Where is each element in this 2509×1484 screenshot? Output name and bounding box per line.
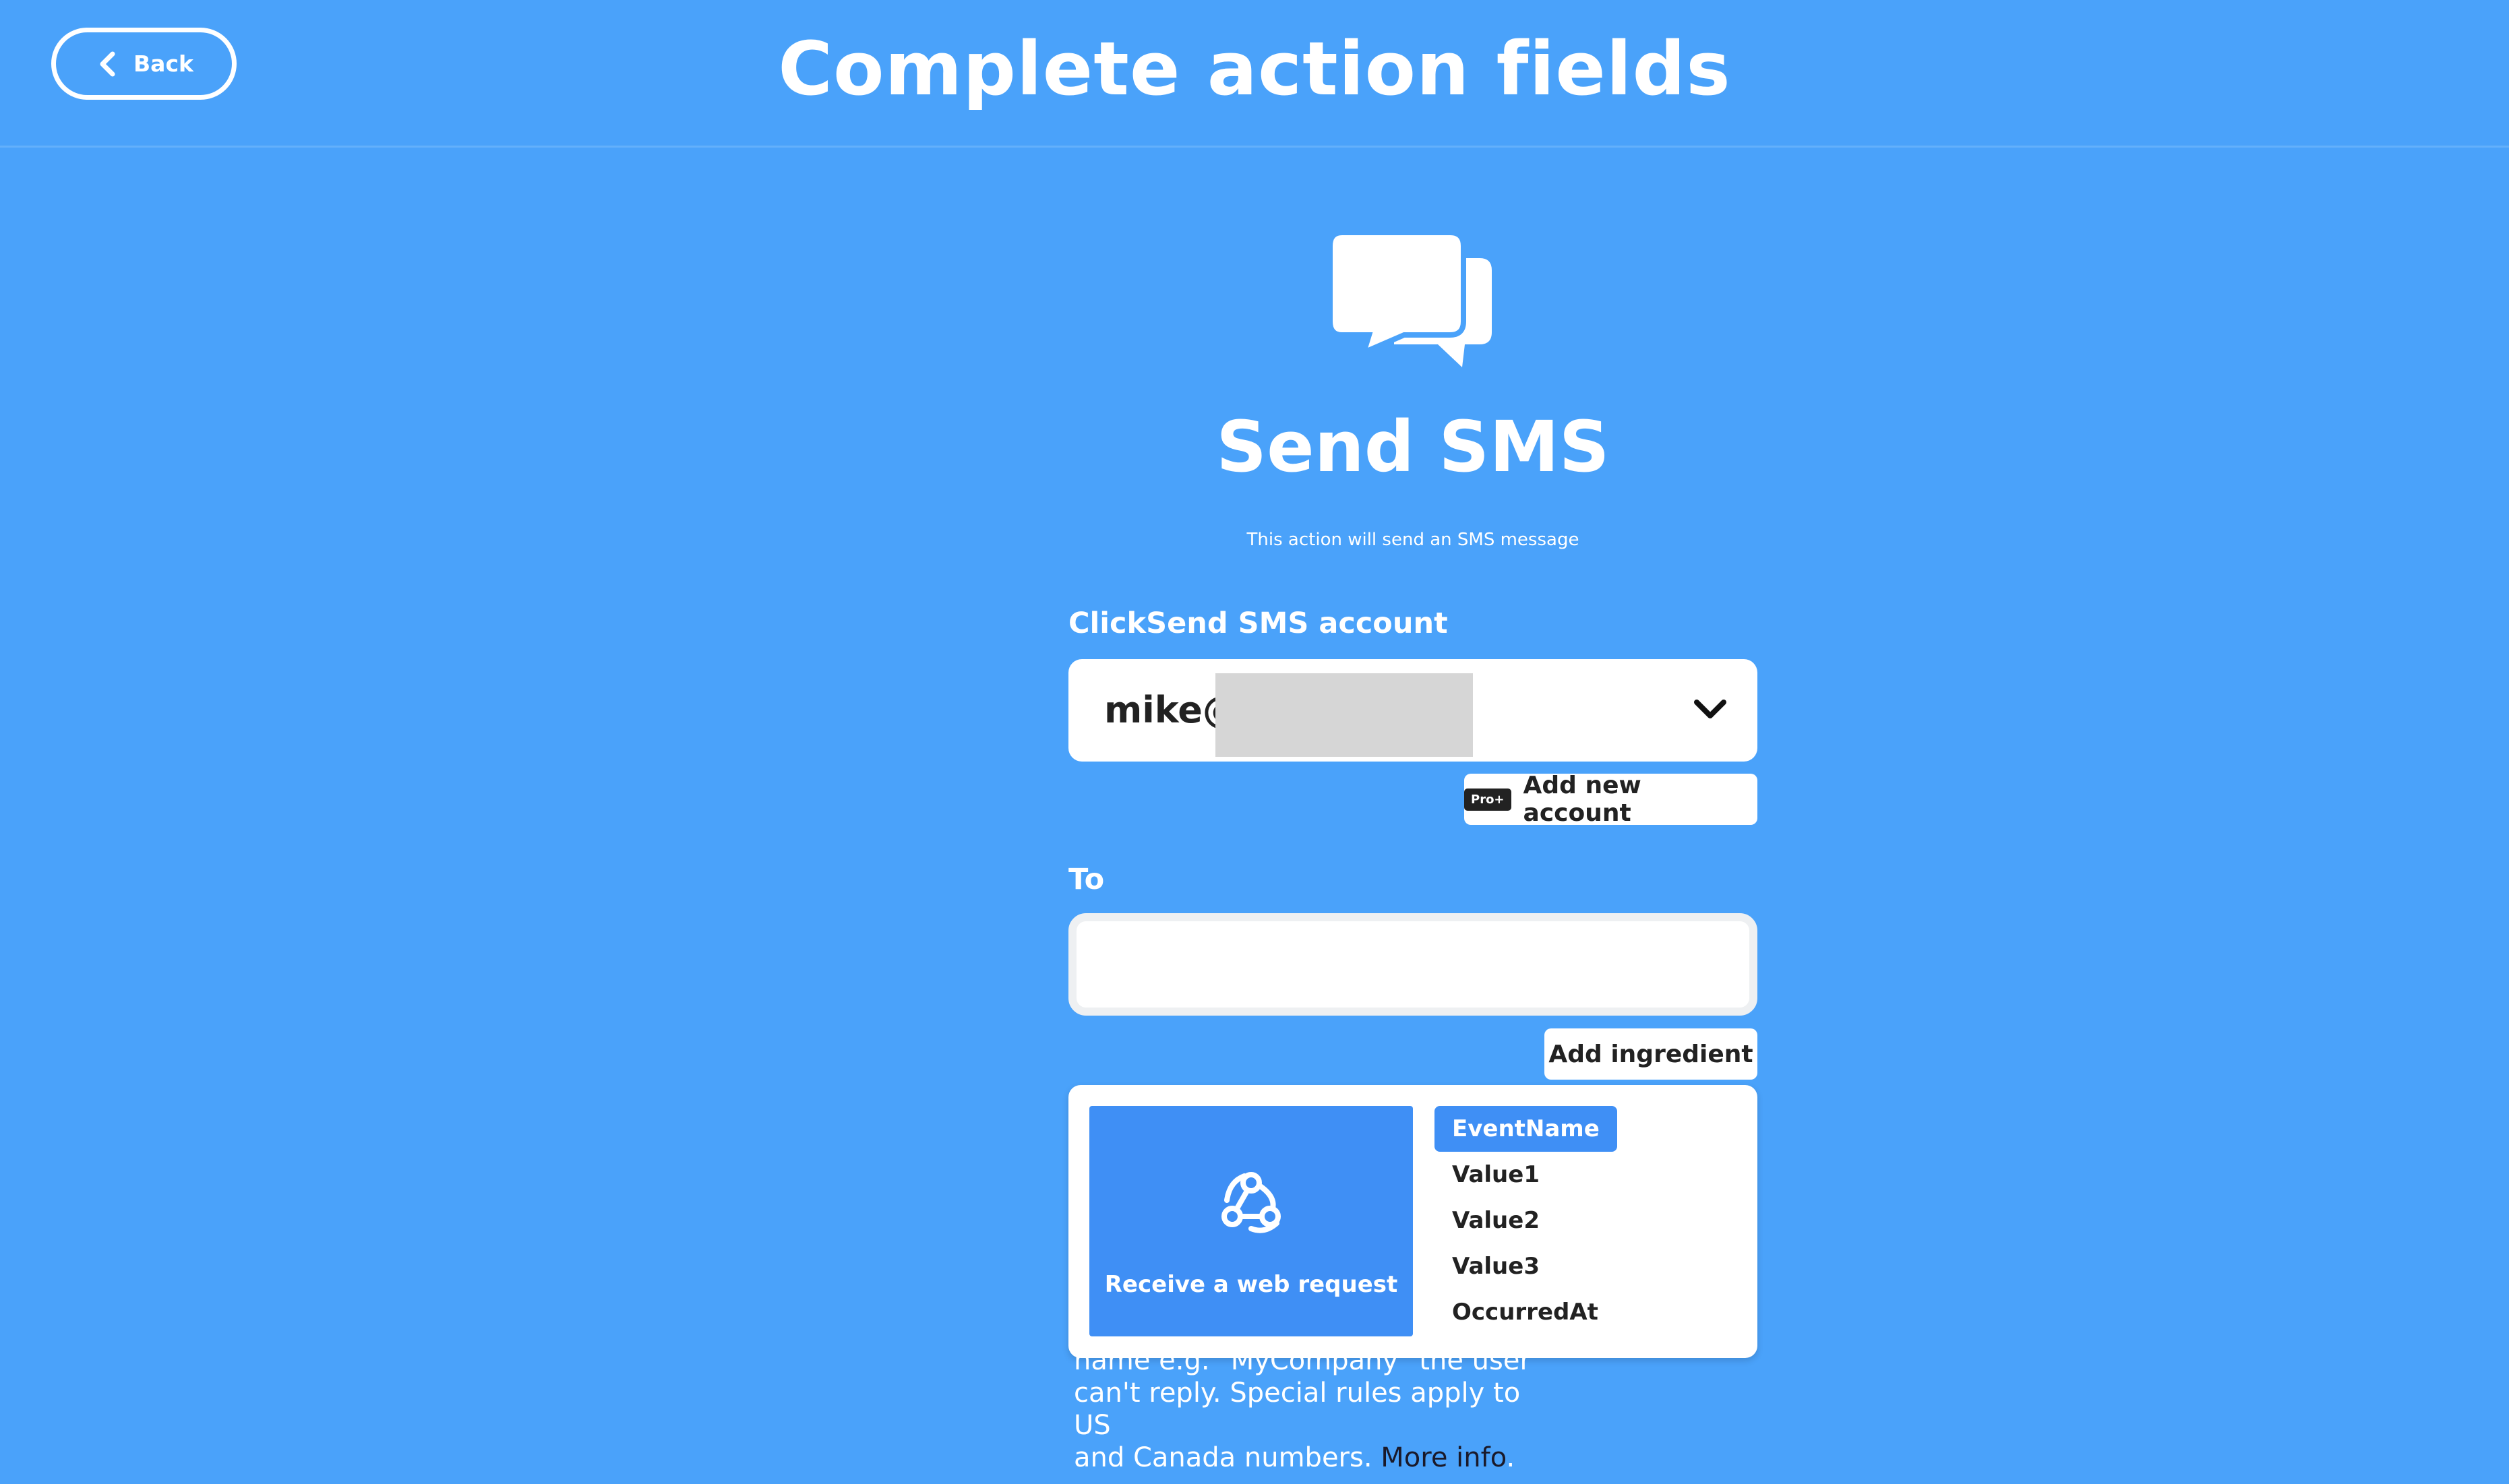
add-ingredient-button[interactable]: Add ingredient (1544, 1028, 1757, 1080)
webhook-icon (1221, 1172, 1281, 1233)
help-line: and Canada numbers. More info. (1074, 1442, 1546, 1474)
ingredient-item-occurredat[interactable]: OccurredAt (1434, 1289, 1616, 1335)
ingredient-panel: Receive a web request EventName Value1 V… (1068, 1085, 1757, 1358)
page-title: Complete action fields (778, 26, 1731, 112)
page: Back Complete action fields Send SMS Thi… (0, 0, 2509, 1484)
account-select[interactable]: mike@ (1068, 659, 1757, 762)
account-field-label: ClickSend SMS account (1068, 607, 1448, 640)
ingredient-list: EventName Value1 Value2 Value3 OccurredA… (1434, 1106, 1718, 1335)
ingredient-item-value3[interactable]: Value3 (1434, 1243, 1557, 1289)
action-title: Send SMS (1216, 406, 1610, 488)
redacted-block (1215, 673, 1473, 757)
help-line: can't reply. Special rules apply to US (1074, 1378, 1521, 1441)
ingredient-item-eventname[interactable]: EventName (1434, 1106, 1617, 1152)
help-trailing: . (1506, 1442, 1515, 1473)
ingredient-item-value2[interactable]: Value2 (1434, 1198, 1557, 1243)
action-description: This action will send an SMS message (1246, 530, 1579, 550)
help-line: name e.g. "MyCompany" the user (1074, 1345, 1531, 1376)
add-new-account-button[interactable]: Pro+ Add new account (1464, 772, 1757, 827)
chat-bubbles-icon (1330, 233, 1492, 367)
trigger-tile[interactable]: Receive a web request (1089, 1106, 1413, 1336)
help-line-text: and Canada numbers. (1074, 1442, 1381, 1473)
to-field-label: To (1068, 863, 1105, 896)
header: Back Complete action fields (0, 0, 2509, 148)
add-new-account-label: Add new account (1523, 772, 1641, 827)
to-input[interactable] (1068, 913, 1757, 1016)
more-info-link[interactable]: More info (1381, 1442, 1506, 1473)
to-field-help-text: name e.g. "MyCompany" the user can't rep… (1074, 1344, 1546, 1474)
trigger-label: Receive a web request (1104, 1271, 1398, 1298)
chevron-down-icon (1694, 700, 1726, 718)
ingredient-item-value1[interactable]: Value1 (1434, 1152, 1557, 1198)
pro-plus-badge: Pro+ (1464, 788, 1511, 811)
